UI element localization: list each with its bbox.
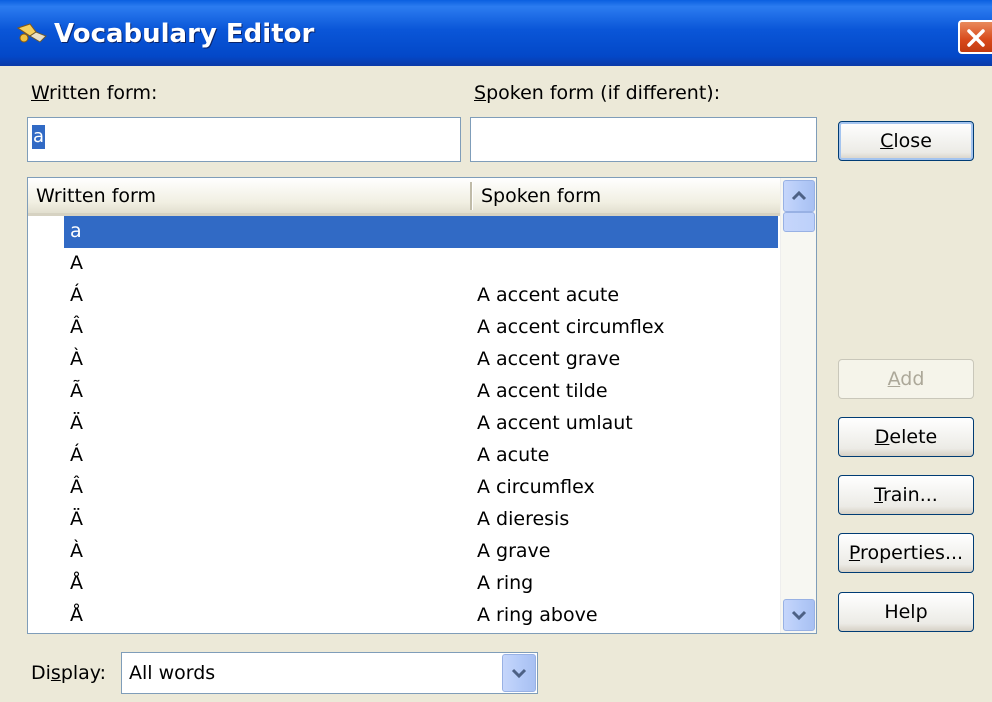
chevron-up-icon (791, 190, 807, 201)
column-header-written[interactable]: Written form (36, 185, 156, 207)
scroll-down-button[interactable] (783, 599, 815, 631)
list-header: Written form Spoken form (28, 178, 780, 216)
table-row[interactable]: Ä A accent umlaut (28, 408, 780, 440)
written-cell: Ä (70, 508, 83, 530)
row-highlight (64, 216, 778, 248)
spoken-cell: A grave (477, 540, 551, 562)
spoken-cell: A accent umlaut (477, 412, 633, 434)
written-form-label: Written form: (31, 82, 158, 104)
display-dropdown[interactable]: All words (121, 652, 538, 694)
spoken-cell: A accent acute (477, 284, 620, 306)
spoken-cell: A accent tilde (477, 380, 608, 402)
written-form-value: a (32, 125, 46, 149)
close-button[interactable]: Close (838, 121, 974, 161)
chevron-down-icon (511, 668, 527, 679)
written-cell: Å (70, 572, 83, 594)
train-button[interactable]: Train... (838, 475, 974, 515)
table-row[interactable]: Á A accent acute (28, 280, 780, 312)
column-header-spoken[interactable]: Spoken form (481, 185, 601, 207)
vocabulary-editor-window: Vocabulary Editor Written form: Spoken f… (0, 0, 992, 702)
table-row[interactable]: a (28, 216, 780, 248)
scroll-up-button[interactable] (783, 180, 815, 212)
window-close-button[interactable] (958, 20, 992, 54)
delete-button[interactable]: Delete (838, 417, 974, 457)
vocabulary-list[interactable]: Written form Spoken form aAÁA accent acu… (27, 177, 817, 634)
table-row[interactable]: Å A ring above (28, 600, 780, 632)
dropdown-button[interactable] (502, 654, 536, 692)
written-cell: Á (70, 284, 83, 306)
help-button[interactable]: Help (838, 592, 974, 632)
spoken-form-input[interactable] (470, 117, 817, 162)
chevron-down-icon (791, 610, 807, 621)
table-row[interactable]: Å A ring (28, 568, 780, 600)
written-cell: Á (70, 444, 83, 466)
add-button[interactable]: Add (838, 359, 974, 399)
written-form-input[interactable]: a (27, 117, 461, 162)
spoken-cell: A ring above (477, 604, 598, 626)
table-row[interactable]: Â A circumflex (28, 472, 780, 504)
table-row[interactable]: Ã A accent tilde (28, 376, 780, 408)
spoken-cell: A dieresis (477, 508, 570, 530)
table-row[interactable]: Â A accent circumflex (28, 312, 780, 344)
spoken-cell: A accent circumflex (477, 316, 665, 338)
title-bar[interactable]: Vocabulary Editor (0, 0, 992, 66)
table-row[interactable]: À A accent grave (28, 344, 780, 376)
spoken-cell: A acute (477, 444, 550, 466)
written-cell: a (70, 220, 82, 242)
display-label: Display: (31, 662, 107, 684)
written-cell: Â (70, 476, 83, 498)
spoken-cell: A circumflex (477, 476, 595, 498)
table-row[interactable]: A (28, 248, 780, 280)
window-title: Vocabulary Editor (54, 19, 315, 49)
written-cell: A (70, 252, 83, 274)
spoken-cell: A ring (477, 572, 534, 594)
vertical-scrollbar[interactable] (780, 178, 816, 633)
properties-button[interactable]: Properties... (838, 533, 974, 573)
written-cell: À (70, 348, 83, 370)
written-cell: À (70, 540, 83, 562)
column-separator[interactable] (470, 182, 473, 210)
written-cell: Â (70, 316, 83, 338)
app-icon (16, 23, 47, 43)
table-row[interactable]: À A grave (28, 536, 780, 568)
close-icon (967, 29, 985, 47)
written-cell: Ã (70, 380, 83, 402)
table-row[interactable]: Á A acute (28, 440, 780, 472)
written-cell: Ä (70, 412, 83, 434)
written-cell: Å (70, 604, 83, 626)
table-row[interactable]: Ä A dieresis (28, 504, 780, 536)
scroll-thumb[interactable] (783, 212, 815, 232)
spoken-form-label: Spoken form (if different): (474, 82, 721, 104)
spoken-cell: A accent grave (477, 348, 621, 370)
display-value: All words (129, 662, 216, 684)
